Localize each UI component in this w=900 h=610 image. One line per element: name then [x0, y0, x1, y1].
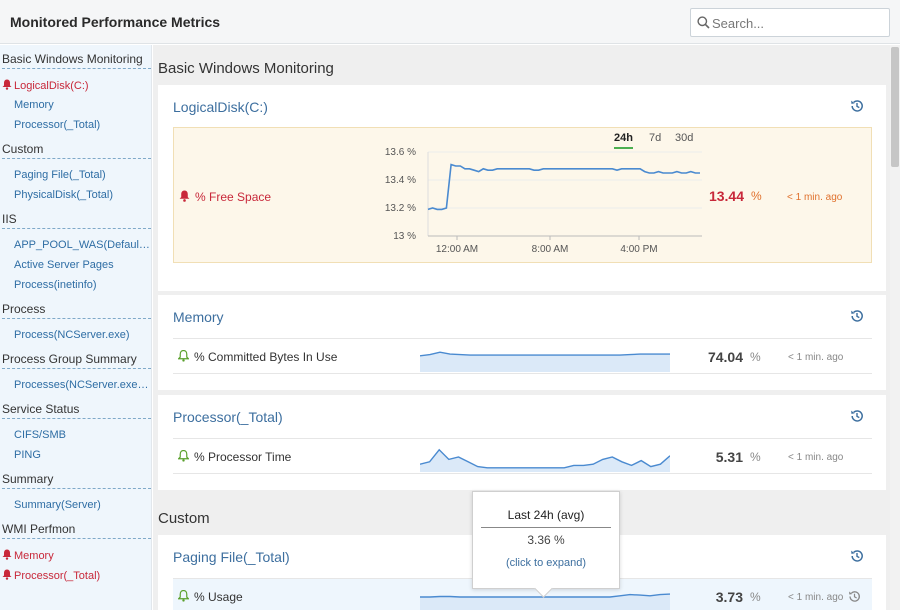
metric-card-logicaldisk: LogicalDisk(C:) % Free Space 24h 7d 30d … — [158, 85, 886, 291]
sparkline-area — [420, 449, 670, 472]
sidebar-group-basic-windows-monitoring: Basic Windows Monitoring — [2, 52, 151, 69]
metric-unit: % — [750, 590, 761, 604]
sidebar-item-physicaldisk[interactable]: PhysicalDisk(_Total) — [14, 189, 150, 201]
sidebar-item-wmi-processor[interactable]: Processor(_Total) — [2, 569, 138, 582]
sidebar-item-memory[interactable]: Memory — [14, 99, 150, 111]
card-title[interactable]: Memory — [173, 309, 224, 325]
metric-value: 5.31 — [715, 449, 743, 465]
sidebar-item-label: LogicalDisk(C:) — [14, 80, 89, 92]
sidebar-item-paging-file[interactable]: Paging File(_Total) — [14, 169, 150, 181]
sidebar-item-ping[interactable]: PING — [14, 449, 150, 461]
bell-alert-icon — [2, 549, 12, 560]
sidebar-group-service-status: Service Status — [2, 402, 151, 419]
sidebar-item-active-server-pages[interactable]: Active Server Pages — [14, 259, 150, 271]
search-box[interactable] — [690, 8, 890, 37]
metric-label: % Processor Time — [194, 450, 292, 464]
line-chart: 13.6 % 13.4 % 13.2 % 13 % 12:00 AM 8:00 AM 4:0… — [385, 147, 702, 255]
metric-card-processor: Processor(_Total) % Processor Time 5.31 … — [158, 395, 886, 490]
sidebar-group-process-group-summary: Process Group Summary — [2, 352, 151, 369]
bell-ok-icon — [178, 590, 189, 602]
card-title[interactable]: LogicalDisk(C:) — [173, 99, 268, 115]
y-tick-label: 13 % — [393, 231, 416, 242]
card-title[interactable]: Processor(_Total) — [173, 409, 283, 425]
metric-label: % Usage — [194, 590, 243, 604]
metric-value: 3.73 — [715, 589, 743, 605]
metric-row[interactable]: % Committed Bytes In Use 74.04 % < 1 min… — [173, 338, 872, 374]
sidebar-item-cifs-smb[interactable]: CIFS/SMB — [14, 429, 150, 441]
page-title: Monitored Performance Metrics — [10, 14, 221, 30]
sidebar: Basic Windows Monitoring LogicalDisk(C:)… — [0, 45, 152, 610]
metric-timestamp: < 1 min. ago — [788, 452, 844, 463]
metric-unit: % — [751, 189, 762, 203]
y-tick-label: 13.2 % — [385, 203, 416, 214]
sidebar-item-summary-server[interactable]: Summary(Server) — [14, 499, 150, 511]
sidebar-group-custom: Custom — [2, 142, 151, 159]
history-icon[interactable] — [850, 549, 864, 563]
tooltip-expand-link[interactable]: (click to expand) — [473, 557, 619, 569]
sidebar-item-process-inetinfo[interactable]: Process(inetinfo) — [14, 279, 150, 291]
metric-value: 13.44 — [708, 188, 744, 204]
history-icon[interactable] — [850, 99, 864, 113]
metric-timestamp: < 1 min. ago — [787, 192, 843, 203]
tooltip-title: Last 24h (avg) — [481, 508, 611, 528]
history-icon[interactable] — [848, 590, 861, 603]
metric-timestamp: < 1 min. ago — [788, 592, 844, 603]
x-tick-label: 4:00 PM — [620, 244, 657, 255]
bell-ok-icon — [178, 450, 189, 462]
metric-label: % Free Space — [195, 190, 272, 204]
sidebar-item-label: Processor(_Total) — [14, 570, 101, 582]
search-icon — [697, 16, 710, 29]
sidebar-group-wmi-perfmon: WMI Perfmon — [2, 522, 151, 539]
sidebar-item-wmi-memory[interactable]: Memory — [2, 549, 138, 562]
sidebar-group-summary: Summary — [2, 472, 151, 489]
metric-value: 74.04 — [707, 349, 743, 365]
series-line — [427, 163, 700, 211]
top-bar: Monitored Performance Metrics — [0, 0, 900, 44]
sidebar-item-process-ncserver[interactable]: Process(NCServer.exe) — [14, 329, 150, 341]
sparkline — [420, 448, 670, 472]
history-icon[interactable] — [850, 309, 864, 323]
y-tick-label: 13.4 % — [385, 175, 416, 186]
sidebar-item-label: Memory — [14, 550, 54, 562]
bell-alert-icon — [2, 79, 12, 90]
sidebar-item-logicaldisk-c[interactable]: LogicalDisk(C:) — [2, 79, 138, 92]
history-icon[interactable] — [850, 409, 864, 423]
x-tick-label: 8:00 AM — [532, 244, 569, 255]
metric-row[interactable]: % Processor Time 5.31 % < 1 min. ago — [173, 438, 872, 474]
metric-unit: % — [750, 350, 761, 364]
bell-alert-icon — [2, 569, 12, 580]
section-title: Basic Windows Monitoring — [158, 60, 334, 77]
sidebar-item-app-pool-was[interactable]: APP_POOL_WAS(DefaultAppPool) — [14, 239, 150, 251]
metric-timestamp: < 1 min. ago — [788, 352, 844, 363]
metric-label: % Committed Bytes In Use — [194, 350, 338, 364]
sidebar-item-processor-total[interactable]: Processor(_Total) — [14, 119, 150, 131]
tooltip: Last 24h (avg) 3.36 % (click to expand) — [472, 491, 620, 589]
metric-unit: % — [750, 450, 761, 464]
search-input[interactable] — [712, 13, 884, 33]
bell-alert-icon — [179, 190, 190, 202]
sidebar-item-processes-group[interactable]: Processes(NCServer.exe,Perfmon) — [14, 379, 150, 391]
scrollbar[interactable] — [890, 45, 900, 610]
scrollbar-thumb[interactable] — [891, 47, 899, 167]
tooltip-value: 3.36 % — [527, 533, 565, 547]
card-title[interactable]: Paging File(_Total) — [173, 549, 290, 565]
metric-card-memory: Memory % Committed Bytes In Use 74.04 % … — [158, 295, 886, 390]
sidebar-group-process: Process — [2, 302, 151, 319]
bell-ok-icon — [178, 350, 189, 362]
sidebar-group-iis: IIS — [2, 212, 151, 229]
sparkline — [420, 351, 670, 372]
x-tick-label: 12:00 AM — [436, 244, 478, 255]
y-tick-label: 13.6 % — [385, 147, 416, 158]
section-title: Custom — [158, 510, 210, 527]
expanded-metric-row[interactable]: % Free Space 24h 7d 30d 13.6 % 13.4 % 13.2… — [173, 127, 872, 263]
